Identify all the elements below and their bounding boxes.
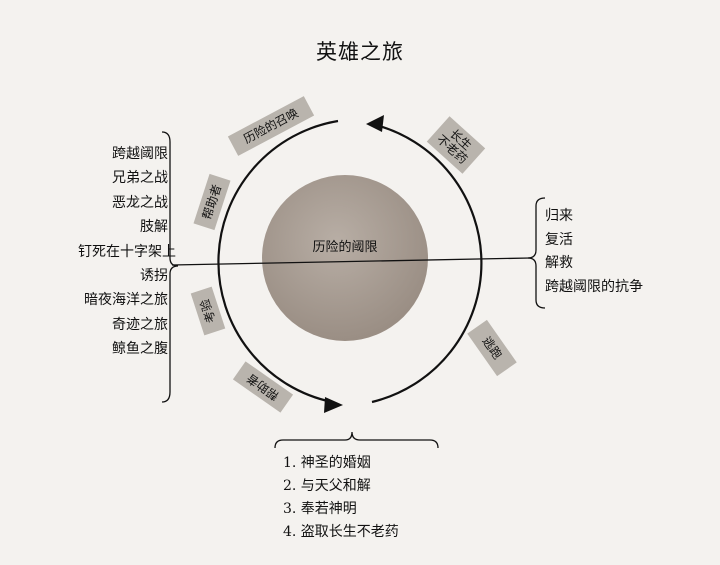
bottom-brace (274, 431, 439, 449)
right-stages-list: 归来 复活 解救 跨越阈限的抗争 (545, 205, 705, 299)
bottom-stages-list: 1. 神圣的婚姻 2. 与天父和解 3. 奉若神明 4. 盗取长生不老药 (283, 452, 483, 544)
bottom-item: 2. 与天父和解 (283, 478, 371, 494)
left-item: 跨越阈限 (112, 146, 168, 162)
bottom-item: 1. 神圣的婚姻 (283, 455, 371, 471)
left-item: 肢解 (140, 219, 168, 236)
left-item: 钉死在十字架上 (78, 243, 176, 260)
tag-test-label: 考验 (197, 297, 218, 325)
tag-flight-label: 逃跑 (479, 333, 506, 362)
hero-journey-diagram: 英雄之旅 历险的召唤 长生 不老药 帮助者 考验 帮助者 逃跑 历险的阈限 跨越… (0, 0, 720, 565)
right-brace (527, 197, 546, 309)
right-item: 跨越阈限的抗争 (545, 278, 643, 295)
bottom-item: 3. 奉若神明 (283, 501, 357, 517)
right-item: 解救 (545, 255, 573, 271)
left-item: 鲸鱼之腹 (112, 341, 168, 358)
right-item: 归来 (545, 208, 573, 224)
threshold-label: 历险的阈限 (312, 240, 378, 255)
left-item: 诱拐 (140, 268, 168, 285)
right-item: 复活 (545, 231, 573, 248)
left-item: 恶龙之战 (112, 194, 168, 211)
arrowhead-top (366, 115, 384, 132)
left-stages-list: 跨越阈限 兄弟之战 恶龙之战 肢解 钉死在十字架上 诱拐 暗夜海洋之旅 奇迹之旅… (78, 142, 176, 362)
left-item: 兄弟之战 (112, 170, 168, 187)
bottom-item: 4. 盗取长生不老药 (283, 524, 399, 540)
left-item: 暗夜海洋之旅 (84, 292, 168, 309)
threshold-disk (262, 175, 428, 341)
arrowhead-bottom (324, 397, 343, 413)
left-item: 奇迹之旅 (112, 316, 168, 333)
